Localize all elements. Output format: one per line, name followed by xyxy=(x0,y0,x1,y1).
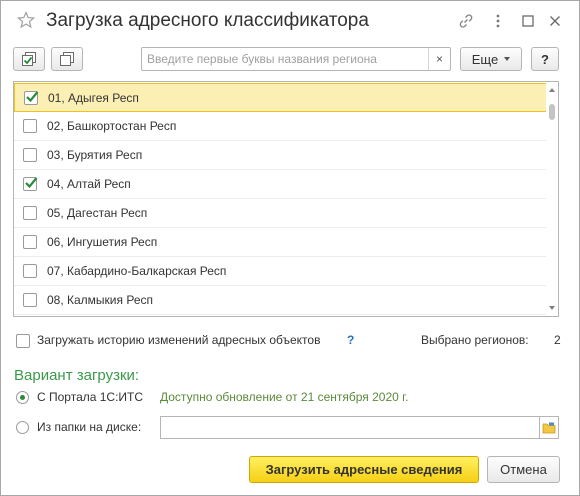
region-row[interactable]: 04, Алтай Респ xyxy=(14,170,547,199)
region-checkbox[interactable] xyxy=(24,90,39,105)
region-label: 01, Адыгея Респ xyxy=(48,90,139,105)
region-label: 03, Бурятия Респ xyxy=(47,148,143,162)
clear-search-button[interactable]: × xyxy=(428,48,450,70)
portal-radio-label[interactable]: С Портала 1С:ИТС xyxy=(37,390,143,404)
folder-icon xyxy=(542,422,556,433)
cancel-button[interactable]: Отмена xyxy=(487,456,560,483)
maximize-icon[interactable] xyxy=(519,12,537,30)
region-checkbox[interactable] xyxy=(23,148,37,162)
selected-count-value: 2 xyxy=(554,333,561,347)
region-checkbox[interactable] xyxy=(23,177,38,191)
region-row[interactable]: 01, Адыгея Респ xyxy=(14,83,547,112)
help-button[interactable]: ? xyxy=(531,47,559,71)
dropdown-arrow-icon xyxy=(504,57,511,61)
region-list: 01, Адыгея Респ 02, Башкортостан Респ 03, … xyxy=(13,81,559,317)
selected-count-label: Выбрано регионов: xyxy=(421,333,529,347)
close-icon[interactable] xyxy=(546,12,564,30)
region-checkbox[interactable] xyxy=(23,264,37,278)
portal-radio[interactable] xyxy=(16,391,29,404)
list-scrollbar[interactable] xyxy=(546,82,558,316)
region-checkbox[interactable] xyxy=(23,293,37,307)
uncheck-all-icon xyxy=(60,52,74,66)
scroll-thumb[interactable] xyxy=(549,104,555,120)
check-all-button[interactable] xyxy=(13,47,45,71)
region-checkbox[interactable] xyxy=(23,206,37,220)
load-variant-heading: Вариант загрузки: xyxy=(14,367,140,384)
more-actions-icon[interactable] xyxy=(489,12,507,30)
dialog-window: Загрузка адресного классификатора × Еще … xyxy=(0,0,580,496)
region-label: 05, Дагестан Респ xyxy=(47,206,148,220)
load-address-data-button[interactable]: Загрузить адресные сведения xyxy=(249,456,479,483)
region-label: 02, Башкортостан Респ xyxy=(47,119,177,133)
folder-radio-label[interactable]: Из папки на диске: xyxy=(37,420,141,434)
choose-folder-button[interactable] xyxy=(539,416,559,439)
link-icon[interactable] xyxy=(457,12,475,30)
history-checkbox[interactable] xyxy=(16,334,30,348)
title-bar: Загрузка адресного классификатора xyxy=(1,1,579,41)
history-help-icon[interactable]: ? xyxy=(347,333,354,347)
region-row[interactable]: 02, Башкортостан Респ xyxy=(14,112,547,141)
portal-update-note: Доступно обновление от 21 сентября 2020 … xyxy=(160,390,409,404)
more-menu-button[interactable]: Еще xyxy=(460,47,522,71)
region-row[interactable]: 07, Кабардино-Балкарская Респ xyxy=(14,257,547,286)
region-label: 04, Алтай Респ xyxy=(47,177,131,191)
toolbar: × Еще ? xyxy=(1,47,579,73)
region-label: 06, Ингушетия Респ xyxy=(47,235,158,249)
region-checkbox[interactable] xyxy=(23,235,37,249)
region-label: 07, Кабардино-Балкарская Респ xyxy=(47,264,227,278)
region-label: 08, Калмыкия Респ xyxy=(47,293,153,307)
favorite-star-icon[interactable] xyxy=(16,10,36,29)
region-row[interactable]: 05, Дагестан Респ xyxy=(14,199,547,228)
region-row[interactable]: 03, Бурятия Респ xyxy=(14,141,547,170)
region-row[interactable]: 08, Калмыкия Респ xyxy=(14,286,547,315)
scroll-down-icon[interactable] xyxy=(549,306,555,310)
folder-path-input[interactable] xyxy=(160,416,540,439)
more-menu-label: Еще xyxy=(471,51,499,67)
region-search-input[interactable] xyxy=(142,48,428,70)
uncheck-all-button[interactable] xyxy=(51,47,83,71)
history-label[interactable]: Загружать историю изменений адресных объ… xyxy=(37,333,320,347)
region-row[interactable]: 06, Ингушетия Респ xyxy=(14,228,547,257)
dialog-title: Загрузка адресного классификатора xyxy=(46,10,369,31)
region-search-field: × xyxy=(141,47,451,71)
scroll-up-icon[interactable] xyxy=(549,88,555,92)
region-checkbox[interactable] xyxy=(23,119,37,133)
folder-radio[interactable] xyxy=(16,421,29,434)
check-all-icon xyxy=(22,52,36,66)
